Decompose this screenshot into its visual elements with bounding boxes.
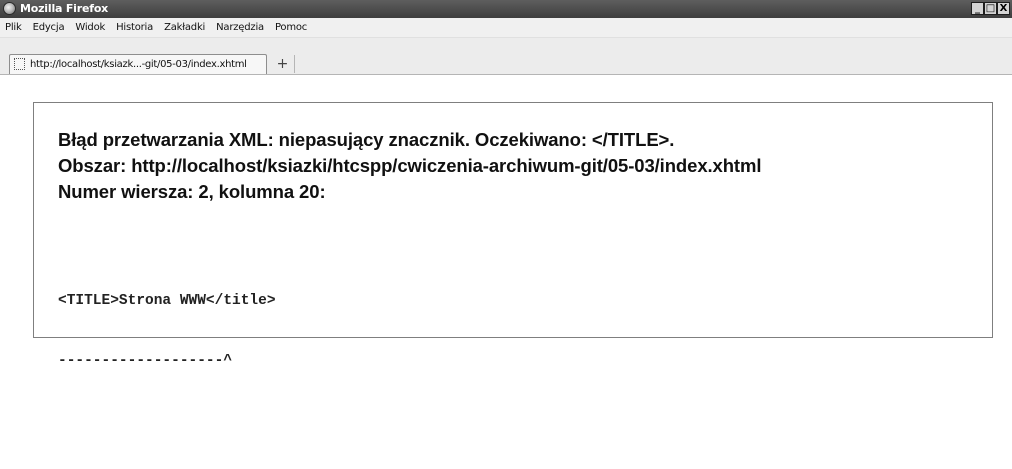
- firefox-icon: [3, 2, 16, 15]
- menu-widok[interactable]: Widok: [75, 21, 105, 35]
- new-tab-button[interactable]: +: [271, 55, 295, 73]
- page-icon: [14, 58, 25, 70]
- title-bar: Mozilla Firefox _ □ X: [0, 0, 1012, 18]
- xml-error-box: Błąd przetwarzania XML: niepasujący znac…: [33, 102, 993, 369]
- menu-historia[interactable]: Historia: [116, 21, 153, 35]
- error-pointer: -------------------^: [58, 353, 233, 369]
- menu-edycja[interactable]: Edycja: [33, 21, 65, 35]
- browser-window: Mozilla Firefox _ □ X Plik Edycja Widok …: [0, 0, 1012, 469]
- menu-bar: Plik Edycja Widok Historia Zakładki Narz…: [0, 18, 1012, 38]
- error-message: Błąd przetwarzania XML: niepasujący znac…: [58, 129, 675, 150]
- window-title: Mozilla Firefox: [20, 2, 109, 15]
- menu-narzedzia[interactable]: Narzędzia: [216, 21, 264, 35]
- minimize-button[interactable]: _: [971, 2, 984, 15]
- tab-title: http://localhost/ksiazk...-git/05-03/ind…: [30, 59, 247, 70]
- error-source: <TITLE>Strona WWW</title> --------------…: [58, 251, 276, 411]
- menu-plik[interactable]: Plik: [5, 21, 22, 35]
- error-location: Obszar: http://localhost/ksiazki/htcspp/…: [58, 155, 762, 176]
- page-content: Błąd przetwarzania XML: niepasujący znac…: [0, 75, 1012, 469]
- tab-index-xhtml[interactable]: http://localhost/ksiazk...-git/05-03/ind…: [9, 54, 267, 74]
- error-heading: Błąd przetwarzania XML: niepasujący znac…: [58, 127, 978, 205]
- tab-strip: http://localhost/ksiazk...-git/05-03/ind…: [0, 38, 1012, 75]
- error-line-info: Numer wiersza: 2, kolumna 20:: [58, 181, 326, 202]
- maximize-button[interactable]: □: [984, 2, 997, 15]
- close-button[interactable]: X: [997, 2, 1010, 15]
- menu-zakladki[interactable]: Zakładki: [164, 21, 205, 35]
- source-line: <TITLE>Strona WWW</title>: [58, 293, 276, 309]
- menu-pomoc[interactable]: Pomoc: [275, 21, 307, 35]
- window-controls: _ □ X: [971, 2, 1010, 16]
